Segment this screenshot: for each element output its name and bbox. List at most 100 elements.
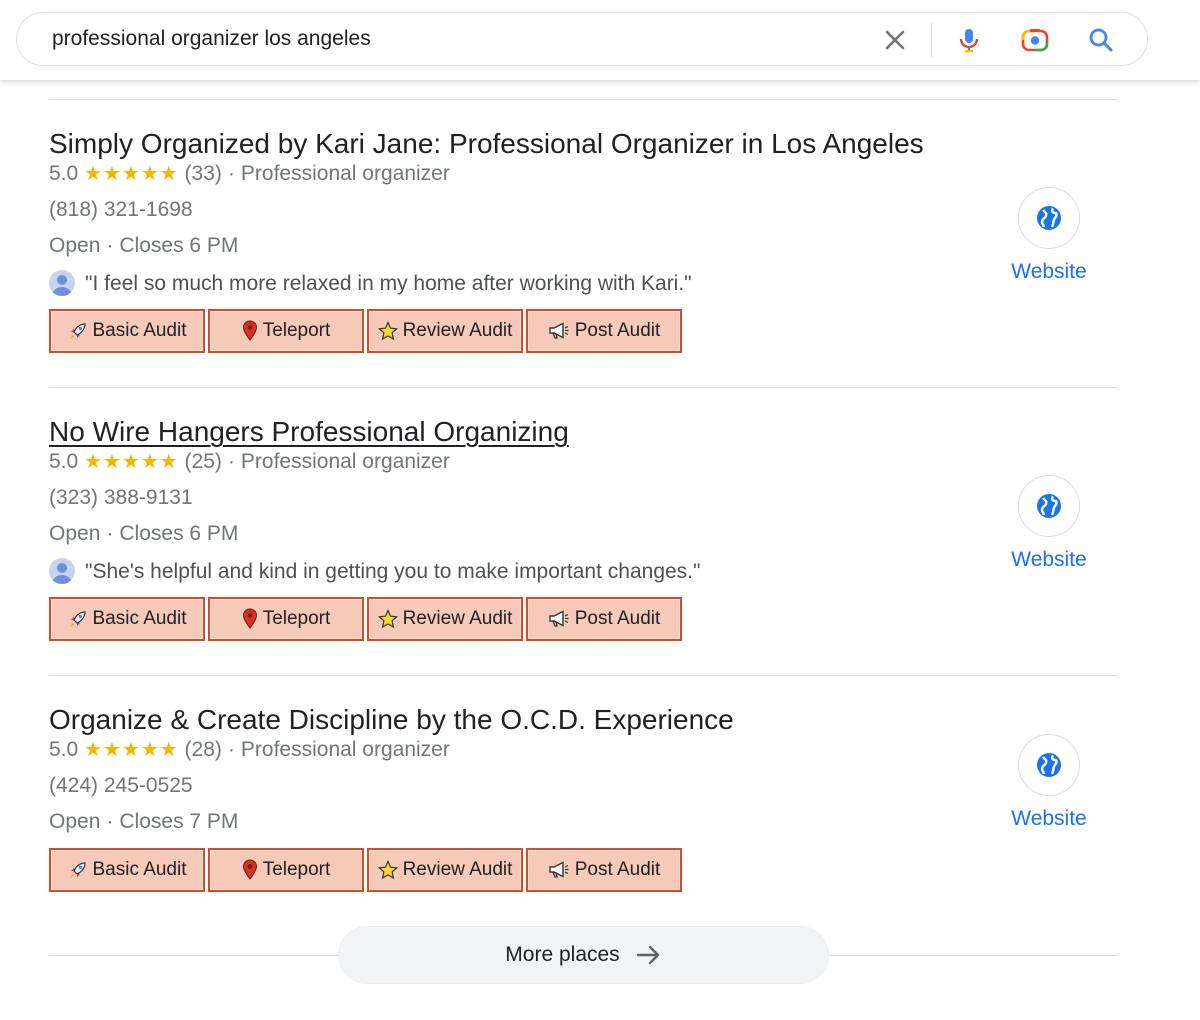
place-phone: (323) 388-9131 [49, 486, 193, 509]
separator: · [106, 522, 114, 545]
open-status: Open [49, 522, 101, 545]
separator: · [227, 738, 235, 761]
basic-audit-label: Basic Audit [92, 320, 187, 341]
website-button[interactable]: Website [1007, 734, 1091, 831]
place-category: Professional organizer [240, 738, 450, 761]
search-icon[interactable] [1087, 26, 1115, 54]
closing-time: Closes 6 PM [119, 234, 239, 257]
review-quote: "I feel so much more relaxed in my home … [85, 272, 692, 295]
rating-value: 5.0 [49, 162, 79, 185]
arrow-right-icon [636, 945, 659, 965]
website-label: Website [1011, 260, 1087, 283]
teleport-label: Teleport [262, 859, 331, 880]
divider [49, 675, 1117, 676]
star-icon [377, 609, 398, 629]
place-listing: Organize & Create Discipline by the O.C.… [49, 703, 1119, 953]
review-audit-label: Review Audit [402, 859, 513, 880]
review-audit-label: Review Audit [402, 320, 513, 341]
website-button[interactable]: Website [1007, 187, 1091, 284]
basic-audit-button[interactable]: Basic Audit [49, 848, 205, 892]
post-audit-label: Post Audit [574, 320, 661, 341]
star-icon [377, 860, 398, 880]
rocket-icon [68, 860, 88, 880]
website-label: Website [1011, 548, 1087, 571]
rating-value: 5.0 [49, 450, 79, 473]
megaphone-icon [548, 609, 570, 629]
rocket-icon [68, 609, 88, 629]
review-count[interactable]: (28) [185, 738, 222, 761]
place-phone: (818) 321-1698 [49, 198, 193, 221]
website-label: Website [1011, 807, 1087, 830]
place-hours: Open · Closes 6 PM [49, 233, 238, 259]
review-audit-button[interactable]: Review Audit [367, 309, 523, 353]
star-rating-icon: ★★★★★ [84, 739, 179, 761]
more-places-button[interactable]: More places [338, 926, 829, 984]
avatar [49, 558, 75, 584]
post-audit-label: Post Audit [574, 859, 661, 880]
place-listing: No Wire Hangers Professional Organizing … [49, 415, 1119, 665]
place-hours: Open · Closes 7 PM [49, 809, 238, 835]
divider [49, 955, 338, 956]
place-listing: Simply Organized by Kari Jane: Professio… [49, 127, 1119, 377]
basic-audit-button[interactable]: Basic Audit [49, 597, 205, 641]
place-title[interactable]: Simply Organized by Kari Jane: Professio… [49, 127, 924, 161]
open-status: Open [49, 234, 101, 257]
teleport-button[interactable]: Teleport [208, 848, 364, 892]
teleport-button[interactable]: Teleport [208, 597, 364, 641]
place-rating-row: 5.0 ★★★★★ (28) · Professional organizer [49, 737, 450, 763]
more-places-label: More places [505, 943, 620, 966]
avatar [49, 270, 75, 296]
review-count[interactable]: (25) [185, 450, 222, 473]
map-pin-icon [242, 859, 258, 881]
place-phone: (424) 245-0525 [49, 774, 193, 797]
review-audit-button[interactable]: Review Audit [367, 597, 523, 641]
divider [49, 387, 1117, 388]
separator: · [106, 810, 114, 833]
divider [829, 955, 1118, 956]
separator: · [227, 162, 235, 185]
megaphone-icon [548, 860, 570, 880]
search-input[interactable]: professional organizer los angeles [52, 27, 371, 51]
globe-icon [1018, 187, 1080, 249]
review-count[interactable]: (33) [185, 162, 222, 185]
basic-audit-label: Basic Audit [92, 859, 187, 880]
place-title[interactable]: No Wire Hangers Professional Organizing [49, 415, 569, 449]
review-audit-label: Review Audit [402, 608, 513, 629]
basic-audit-label: Basic Audit [92, 608, 187, 629]
place-rating-row: 5.0 ★★★★★ (25) · Professional organizer [49, 449, 450, 475]
separator: · [106, 234, 114, 257]
place-title[interactable]: Organize & Create Discipline by the O.C.… [49, 703, 734, 737]
mic-icon[interactable] [955, 26, 983, 54]
map-pin-icon [242, 608, 258, 630]
divider [49, 99, 1117, 100]
globe-icon [1018, 475, 1080, 537]
teleport-label: Teleport [262, 320, 331, 341]
close-icon[interactable] [881, 26, 909, 54]
teleport-button[interactable]: Teleport [208, 309, 364, 353]
separator: · [227, 450, 235, 473]
closing-time: Closes 7 PM [119, 810, 239, 833]
post-audit-button[interactable]: Post Audit [526, 597, 682, 641]
star-icon [377, 321, 398, 341]
review-audit-button[interactable]: Review Audit [367, 848, 523, 892]
lens-icon[interactable] [1020, 26, 1049, 54]
search-box[interactable]: professional organizer los angeles [16, 12, 1148, 66]
review-quote: "She's helpful and kind in getting you t… [85, 560, 701, 583]
rating-value: 5.0 [49, 738, 79, 761]
place-rating-row: 5.0 ★★★★★ (33) · Professional organizer [49, 161, 450, 187]
post-audit-button[interactable]: Post Audit [526, 848, 682, 892]
post-audit-button[interactable]: Post Audit [526, 309, 682, 353]
globe-icon [1018, 734, 1080, 796]
website-button[interactable]: Website [1007, 475, 1091, 572]
megaphone-icon [548, 321, 570, 341]
basic-audit-button[interactable]: Basic Audit [49, 309, 205, 353]
search-divider [931, 23, 932, 57]
map-pin-icon [242, 320, 258, 342]
post-audit-label: Post Audit [574, 608, 661, 629]
place-hours: Open · Closes 6 PM [49, 521, 238, 547]
review-snippet: "She's helpful and kind in getting you t… [49, 558, 700, 585]
rocket-icon [68, 321, 88, 341]
closing-time: Closes 6 PM [119, 522, 239, 545]
star-rating-icon: ★★★★★ [84, 163, 179, 185]
search-header: professional organizer los angeles [0, 0, 1200, 80]
